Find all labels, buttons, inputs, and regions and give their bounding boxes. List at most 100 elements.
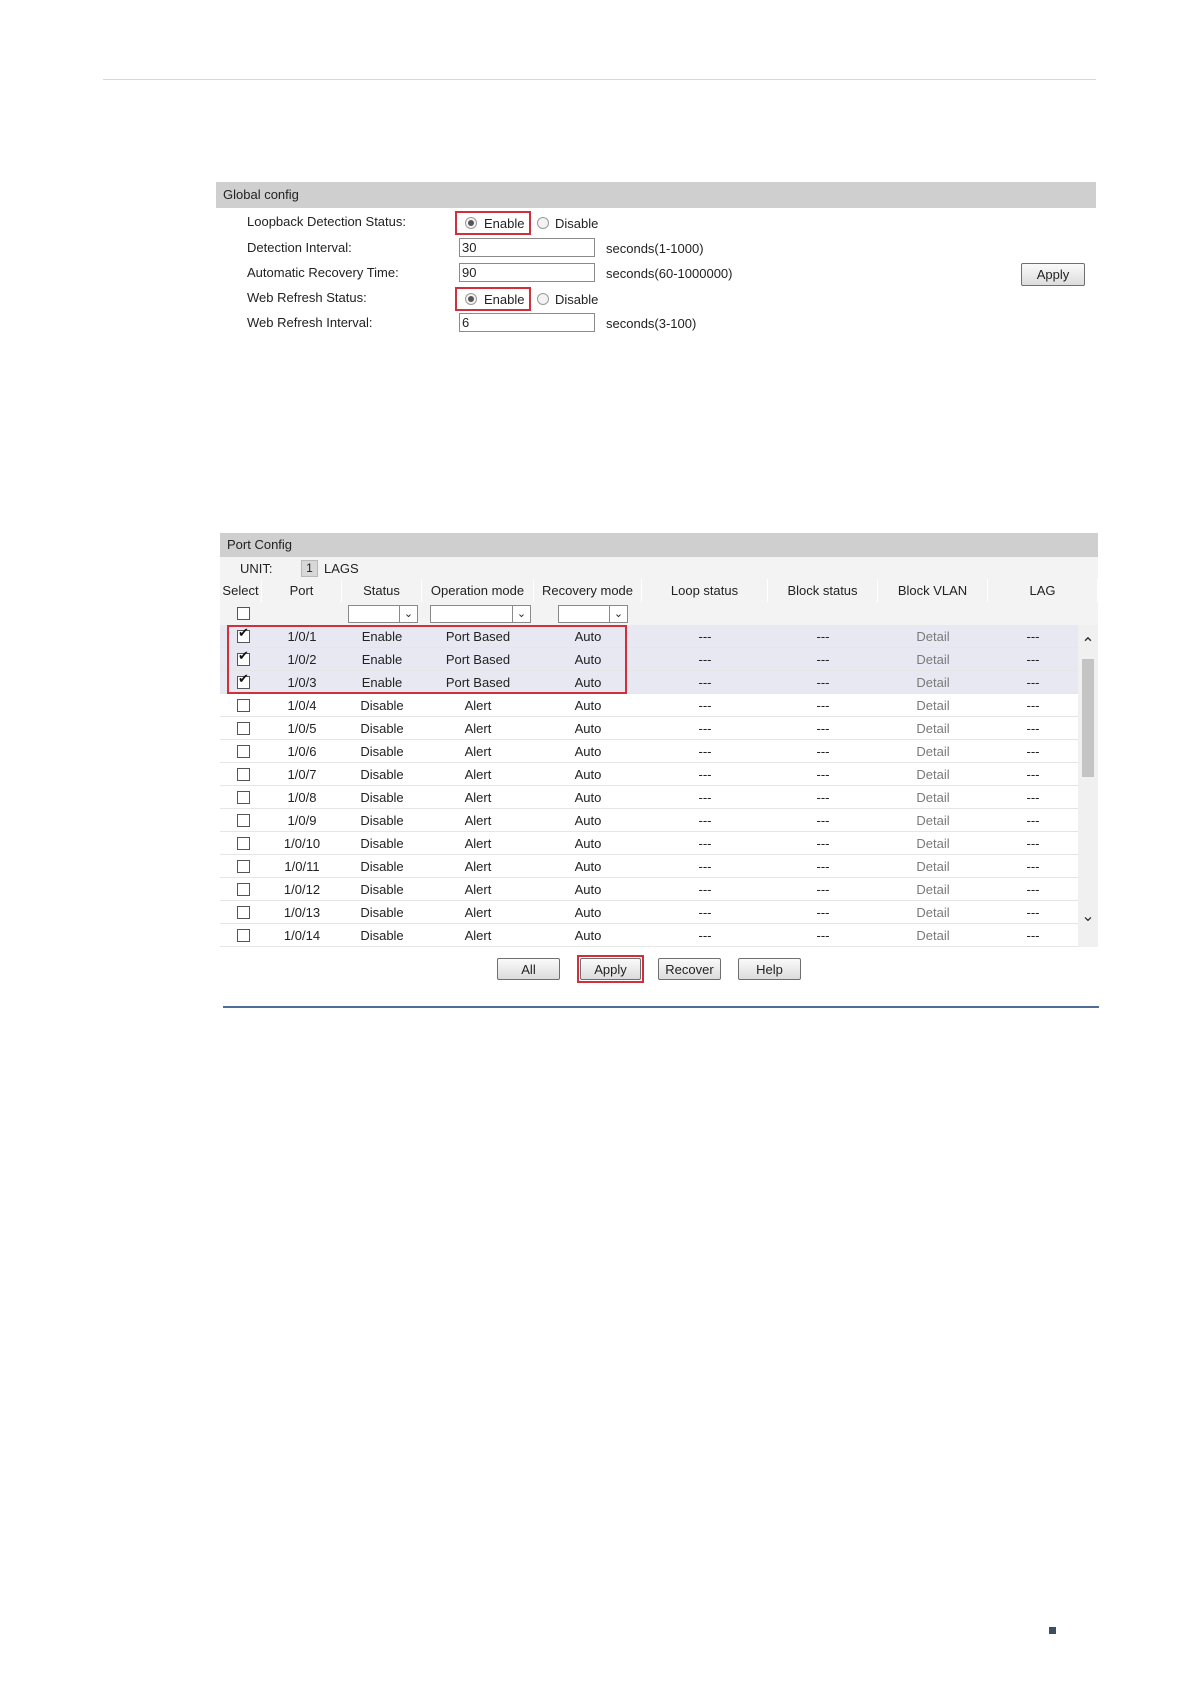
row-select-checkbox[interactable] [237,814,250,827]
table-row[interactable]: 1/0/12 Disable Alert Auto --- --- Detail --- [220,878,1098,901]
row-select-checkbox[interactable] [237,860,250,873]
cell-block-vlan[interactable]: Detail [878,763,988,786]
table-row[interactable]: 1/0/7 Disable Alert Auto --- --- Detail --- [220,763,1098,786]
scroll-down-icon[interactable]: ⌄ [1078,905,1098,927]
row-select-checkbox[interactable] [237,906,250,919]
recovery-time-unit: seconds(60-1000000) [606,266,733,281]
row-select-checkbox[interactable] [237,929,250,942]
top-divider [103,79,1096,80]
lags-link[interactable]: LAGS [324,561,359,576]
table-row[interactable]: 1/0/10 Disable Alert Auto --- --- Detail --- [220,832,1098,855]
row-select-checkbox[interactable] [237,699,250,712]
scroll-up-icon[interactable]: ⌃ [1078,633,1098,655]
row-select-checkbox[interactable] [237,745,250,758]
cell-block-vlan[interactable]: Detail [878,717,988,740]
cell-operation-mode: Alert [464,767,492,782]
cell-recovery-mode: Auto [574,882,602,897]
cell-recovery-mode: Auto [574,928,602,943]
cell-status: Disable [360,928,404,943]
port-config-panel: Port Config UNIT: 1 LAGS Select Port Sta… [220,533,1098,947]
web-refresh-disable-radio[interactable] [537,293,549,305]
table-row[interactable]: 1/0/4 Disable Alert Auto --- --- Detail --- [220,694,1098,717]
table-row[interactable]: 1/0/13 Disable Alert Auto --- --- Detail --- [220,901,1098,924]
cell-loop-status: --- [698,928,712,943]
table-row[interactable]: 1/0/14 Disable Alert Auto --- --- Detail --- [220,924,1098,947]
cell-block-status: --- [816,675,830,690]
detection-interval-input[interactable]: 30 [459,238,595,257]
cell-block-vlan[interactable]: Detail [878,786,988,809]
help-button[interactable]: Help [738,958,801,980]
cell-block-vlan[interactable]: Detail [878,648,988,671]
port-apply-button[interactable]: Apply [580,958,641,980]
cell-loop-status: --- [698,859,712,874]
all-button[interactable]: All [497,958,560,980]
cell-loop-status: --- [698,698,712,713]
loopback-disable-label: Disable [555,216,599,231]
table-row[interactable]: 1/0/6 Disable Alert Auto --- --- Detail --- [220,740,1098,763]
cell-block-vlan[interactable]: Detail [878,855,988,878]
cell-lag: --- [1026,859,1040,874]
cell-recovery-mode: Auto [574,721,602,736]
cell-block-status: --- [816,790,830,805]
global-config-header: Global config [216,182,1096,208]
loopback-enable-label: Enable [484,216,525,231]
unit-selector[interactable]: 1 [301,560,318,577]
row-select-checkbox[interactable] [237,883,250,896]
cell-block-vlan[interactable]: Detail [878,740,988,763]
cell-lag: --- [1026,905,1040,920]
table-row[interactable]: 1/0/8 Disable Alert Auto --- --- Detail --- [220,786,1098,809]
cell-block-vlan[interactable]: Detail [878,694,988,717]
recover-button[interactable]: Recover [658,958,721,980]
row-select-checkbox[interactable] [237,837,250,850]
web-refresh-enable-radio[interactable] [465,293,477,305]
table-row[interactable]: 1/0/9 Disable Alert Auto --- --- Detail --- [220,809,1098,832]
select-all-checkbox[interactable] [237,607,250,620]
loopback-detection-row: Loopback Detection Status: Enable Disabl… [216,211,1096,235]
selected-rows-highlight [227,625,627,694]
cell-loop-status: --- [698,905,712,920]
table-row[interactable]: 1/0/11 Disable Alert Auto --- --- Detail --- [220,855,1098,878]
cell-block-vlan[interactable]: Detail [878,878,988,901]
scroll-thumb[interactable] [1082,659,1094,777]
cell-block-status: --- [816,813,830,828]
web-refresh-interval-input[interactable]: 6 [459,313,595,332]
cell-block-vlan[interactable]: Detail [878,901,988,924]
cell-status: Disable [360,698,404,713]
cell-block-vlan[interactable]: Detail [878,924,988,947]
status-filter-dropdown[interactable]: ⌄ [348,605,418,623]
loopback-enable-radio[interactable] [465,217,477,229]
table-scrollbar[interactable]: ⌃ ⌄ [1078,625,1098,947]
cell-loop-status: --- [698,629,712,644]
global-config-panel: Global config Loopback Detection Status:… [216,182,1096,342]
recovery-filter-dropdown[interactable]: ⌄ [558,605,628,623]
row-select-checkbox[interactable] [237,722,250,735]
web-refresh-status-label: Web Refresh Status: [247,290,367,305]
cell-block-vlan[interactable]: Detail [878,809,988,832]
recovery-time-input[interactable]: 90 [459,263,595,282]
cell-loop-status: --- [698,790,712,805]
cell-port: 1/0/12 [283,882,321,897]
row-select-checkbox[interactable] [237,791,250,804]
cell-block-status: --- [816,629,830,644]
cell-block-status: --- [816,744,830,759]
col-block-status: Block status [768,579,878,602]
cell-loop-status: --- [698,721,712,736]
cell-block-vlan[interactable]: Detail [878,671,988,694]
cell-recovery-mode: Auto [574,790,602,805]
operation-filter-dropdown[interactable]: ⌄ [430,605,531,623]
row-select-checkbox[interactable] [237,768,250,781]
cell-block-status: --- [816,698,830,713]
cell-block-vlan[interactable]: Detail [878,832,988,855]
loopback-disable-radio[interactable] [537,217,549,229]
cell-port: 1/0/13 [283,905,321,920]
cell-operation-mode: Alert [464,698,492,713]
global-apply-button[interactable]: Apply [1021,263,1085,286]
cell-block-vlan[interactable]: Detail [878,625,988,648]
chevron-down-icon: ⌄ [399,606,417,622]
web-refresh-status-row: Web Refresh Status: Enable Disable [216,287,1096,311]
cell-recovery-mode: Auto [574,859,602,874]
col-operation-mode: Operation mode [422,579,534,602]
table-row[interactable]: 1/0/5 Disable Alert Auto --- --- Detail --- [220,717,1098,740]
detection-interval-label: Detection Interval: [247,240,352,255]
cell-port: 1/0/9 [287,813,317,828]
